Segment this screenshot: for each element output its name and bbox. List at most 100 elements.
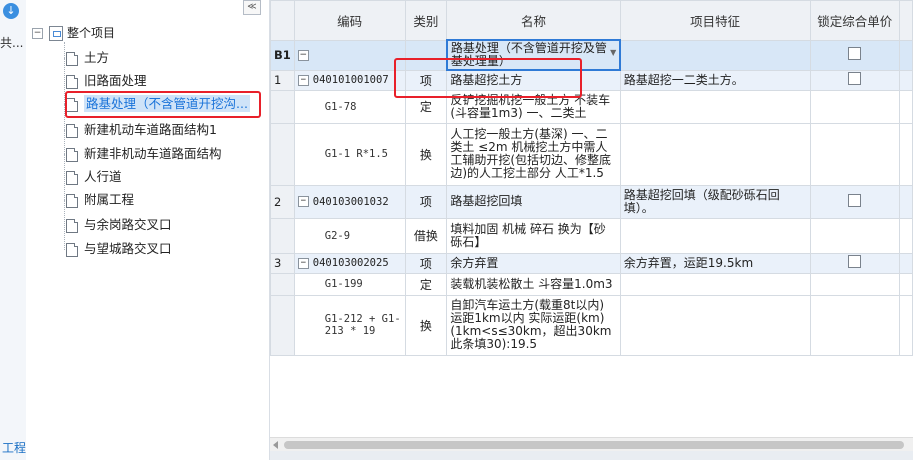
scroll-left-arrow-icon[interactable]	[273, 441, 278, 449]
feature-cell[interactable]	[619, 294, 811, 356]
dropdown-arrow-icon[interactable]: ▼	[610, 46, 616, 59]
document-icon	[66, 123, 78, 138]
table-row-section[interactable]: B1 − ▼ 路基处理（不含管道开挖及管基处理量）	[270, 39, 913, 71]
highlight-box-grid	[394, 58, 582, 98]
tree-toggle-icon[interactable]: −	[32, 28, 43, 39]
type-cell[interactable]: 项	[404, 252, 448, 274]
lock-price-cell	[809, 252, 901, 274]
row-toggle-icon[interactable]: −	[297, 50, 309, 61]
tree-item[interactable]: 旧路面处理	[66, 72, 147, 90]
code-cell[interactable]: G1-212 + G1-213 * 19	[293, 294, 406, 356]
tree-item[interactable]: 与余岗路交叉口	[66, 216, 172, 234]
tree-item[interactable]: 新建机动车道路面结构1	[66, 121, 217, 139]
feature-cell[interactable]: 路基超挖一二类土方。	[619, 69, 811, 91]
column-header-feature[interactable]: 项目特征	[619, 0, 811, 41]
extra-cell	[899, 252, 913, 274]
left-strip-label-top: 共...	[0, 36, 24, 50]
code-cell[interactable]: −040103002025	[293, 252, 406, 274]
type-cell[interactable]: 换	[404, 294, 448, 356]
row-number	[270, 89, 295, 124]
left-edge-strip: ↓ 共... 工程	[0, 0, 27, 460]
lock-price-cell	[809, 294, 901, 356]
extra-cell	[899, 89, 913, 124]
tree-item[interactable]: 与望城路交叉口	[66, 240, 172, 258]
feature-cell[interactable]	[619, 89, 811, 124]
lock-price-cell	[809, 184, 901, 219]
name-cell[interactable]: 余方弃置	[446, 252, 621, 274]
table-row-quota[interactable]: G1-212 + G1-213 * 19 换 自卸汽车运土方(载重8t以内) 运…	[270, 294, 913, 356]
lock-price-cell	[809, 89, 901, 124]
table-row-quota[interactable]: G1-78 定 反铲挖掘机挖一般土方 不装车(斗容量1m3) 一、二类土	[270, 89, 913, 124]
feature-cell[interactable]	[619, 122, 811, 186]
tree-item[interactable]: 人行道	[66, 168, 122, 186]
tree-root-label: 整个项目	[67, 26, 116, 40]
name-cell[interactable]: 人工挖一般土方(基深) 一、二类土 ≤2m 机械挖土方中需人工辅助开挖(包括切边…	[446, 122, 621, 186]
lock-price-checkbox[interactable]	[848, 255, 862, 268]
type-cell[interactable]: 借换	[404, 217, 448, 254]
table-row-quota[interactable]: G1-1 R*1.5 换 人工挖一般土方(基深) 一、二类土 ≤2m 机械挖土方…	[270, 122, 913, 186]
document-icon	[66, 218, 78, 233]
collapse-panel-button[interactable]: ≪	[243, 0, 261, 15]
horizontal-scrollbar[interactable]	[270, 437, 913, 452]
lock-price-checkbox[interactable]	[848, 72, 862, 85]
code-cell[interactable]: −040101001007	[293, 69, 406, 91]
document-icon	[66, 147, 78, 162]
table-row-item[interactable]: 1 −040101001007 项 路基超挖土方 路基超挖一二类土方。	[270, 69, 913, 91]
feature-cell[interactable]	[619, 39, 811, 71]
type-cell[interactable]: 项	[404, 184, 448, 219]
row-toggle-icon[interactable]: −	[297, 196, 309, 207]
code-cell[interactable]: G1-199	[293, 272, 406, 296]
column-header-lock-price[interactable]: 锁定综合单价	[809, 0, 901, 41]
column-header-type[interactable]: 类别	[404, 0, 448, 41]
tree-item[interactable]: 土方	[66, 49, 109, 67]
document-icon	[66, 170, 78, 185]
document-icon	[66, 193, 78, 208]
document-icon	[66, 51, 78, 66]
type-cell[interactable]: 换	[404, 122, 448, 186]
code-cell[interactable]: G1-1 R*1.5	[293, 122, 406, 186]
row-number: 3	[270, 252, 295, 274]
row-toggle-icon[interactable]: −	[297, 257, 309, 269]
tree-connector-line	[64, 42, 65, 250]
name-cell[interactable]: 填料加固 机械 碎石 换为【砂砾石】	[446, 217, 621, 254]
tree-item[interactable]: 附属工程	[66, 191, 134, 209]
lock-price-checkbox[interactable]	[848, 47, 862, 60]
feature-cell[interactable]	[619, 217, 811, 254]
lock-price-cell	[809, 217, 901, 254]
code-cell[interactable]: −040103001032	[293, 184, 406, 219]
scrollbar-thumb[interactable]	[284, 441, 904, 449]
table-row-quota[interactable]: G1-199 定 装载机装松散土 斗容量1.0m3	[270, 272, 913, 296]
name-cell[interactable]: 路基超挖回填	[446, 184, 621, 219]
table-row-item[interactable]: 3 −040103002025 项 余方弃置 余方弃置，运距19.5km	[270, 252, 913, 274]
extra-cell	[899, 272, 913, 296]
extra-cell	[899, 122, 913, 186]
code-cell[interactable]: G1-78	[293, 89, 406, 124]
download-icon[interactable]: ↓	[3, 3, 19, 19]
tree-root-node[interactable]: − 整个项目	[32, 24, 115, 42]
lock-price-cell	[809, 122, 901, 186]
document-icon	[66, 74, 78, 89]
bill-grid: 编码 类别 名称 项目特征 锁定综合单价 B1 − ▼ 路基处理（不含管道开挖及管…	[270, 0, 913, 356]
lock-price-checkbox[interactable]	[848, 193, 862, 207]
feature-cell[interactable]: 路基超挖回填（级配砂砾石回填）。	[619, 184, 811, 219]
extra-cell	[899, 294, 913, 356]
bill-grid-area: 编码 类别 名称 项目特征 锁定综合单价 B1 − ▼ 路基处理（不含管道开挖及管…	[270, 0, 913, 460]
type-cell[interactable]: 定	[404, 272, 448, 296]
row-number	[270, 122, 295, 186]
code-cell[interactable]: G2-9	[293, 217, 406, 254]
tree-item[interactable]: 新建非机动车道路面结构	[66, 145, 222, 163]
left-strip-label-bottom[interactable]: 工程	[2, 439, 26, 456]
table-row-quota[interactable]: G2-9 借换 填料加固 机械 碎石 换为【砂砾石】	[270, 217, 913, 254]
row-toggle-icon[interactable]: −	[297, 74, 309, 86]
project-tree-panel: ≪ − 整个项目 土方 旧路面处理 路基处理（不含管道开挖沟... 新建机动车道路…	[26, 0, 270, 460]
column-header-code[interactable]: 编码	[293, 0, 406, 41]
feature-cell[interactable]: 余方弃置，运距19.5km	[619, 252, 811, 274]
code-cell[interactable]: −	[293, 39, 406, 71]
column-header-name[interactable]: 名称	[446, 0, 621, 41]
feature-cell[interactable]	[619, 272, 811, 296]
row-number: 1	[270, 69, 295, 91]
table-row-item[interactable]: 2 −040103001032 项 路基超挖回填 路基超挖回填（级配砂砾石回填）…	[270, 184, 913, 219]
name-cell[interactable]: 自卸汽车运土方(载重8t以内) 运距1km以内 实际运距(km)(1km<s≤3…	[446, 294, 621, 356]
name-cell[interactable]: 装载机装松散土 斗容量1.0m3	[446, 272, 621, 296]
row-number-header	[270, 0, 295, 41]
